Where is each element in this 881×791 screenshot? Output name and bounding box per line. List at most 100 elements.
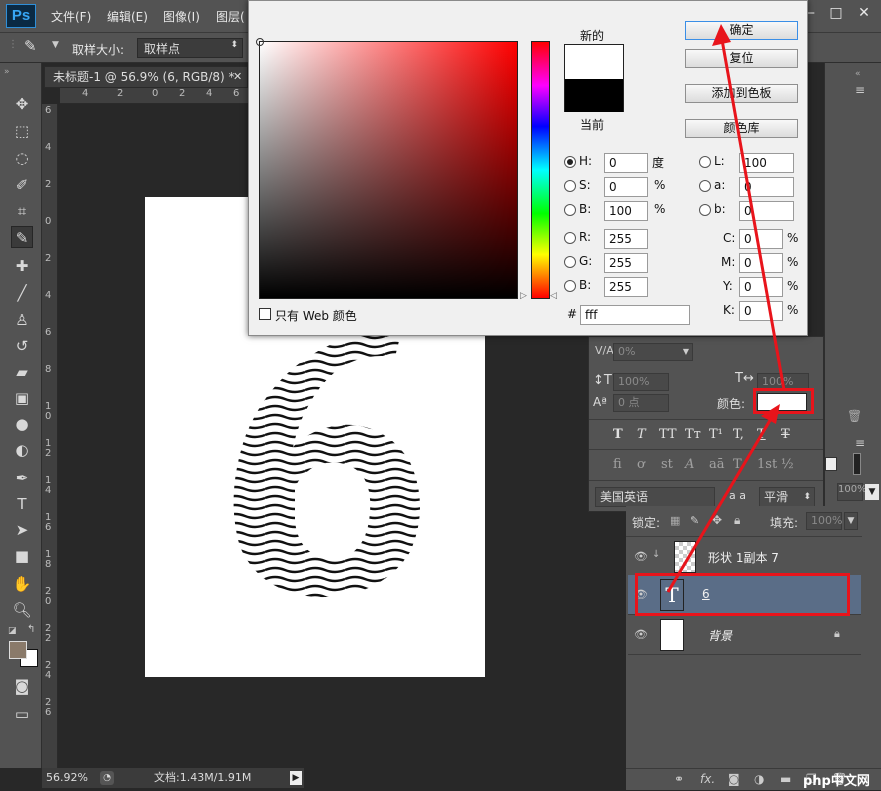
history-brush-tool-icon[interactable]: ↺ — [11, 335, 33, 357]
gradient-tool-icon[interactable]: ▣ — [11, 387, 33, 409]
dodge-tool-icon[interactable]: ◐ — [11, 439, 33, 461]
collapse-icon[interactable]: » — [4, 67, 10, 77]
ligature-button[interactable]: fi — [613, 457, 622, 472]
underline-button[interactable]: T — [757, 427, 766, 442]
zoom-tool-icon[interactable]: 🔍︎ — [11, 599, 33, 621]
old-style-button[interactable]: ơ — [637, 457, 645, 472]
add-to-swatches-button[interactable]: 添加到色板 — [685, 84, 798, 103]
red-input[interactable]: 255 — [604, 229, 648, 249]
foreground-color-swatch[interactable] — [9, 641, 27, 659]
crop-tool-icon[interactable]: ⌗ — [11, 200, 33, 222]
swap-colors-icon[interactable]: ↰ — [27, 624, 35, 635]
slider-handle[interactable] — [853, 453, 861, 475]
eraser-tool-icon[interactable]: ▰ — [11, 361, 33, 383]
lock-all-icon[interactable]: 🔒︎ — [734, 513, 740, 528]
faux-bold-button[interactable]: T — [613, 427, 623, 442]
share-icon[interactable]: ◔ — [100, 771, 114, 785]
titling-button[interactable]: aā — [709, 457, 725, 472]
current-color-swatch[interactable] — [565, 79, 623, 112]
lab-b-radio[interactable] — [699, 204, 711, 216]
brightness-radio[interactable] — [564, 204, 576, 216]
type-tool-icon[interactable]: T — [11, 493, 33, 515]
superscript-button[interactable]: T¹ — [709, 427, 723, 442]
hue-arrow-left-icon[interactable]: ▷ — [520, 291, 527, 301]
blue-radio[interactable] — [564, 280, 576, 292]
green-radio[interactable] — [564, 256, 576, 268]
screen-mode-icon[interactable]: ▭ — [11, 703, 33, 725]
maximize-button[interactable]: □ — [822, 2, 850, 24]
hex-input[interactable]: fff — [580, 305, 690, 325]
lock-transparent-icon[interactable]: ▦ — [670, 514, 680, 527]
magenta-input[interactable]: 0 — [739, 253, 783, 273]
chevron-down-icon[interactable]: ▼ — [52, 40, 59, 50]
quick-select-tool-icon[interactable]: ✐ — [11, 174, 33, 196]
layers-panel-menu-icon[interactable]: ≡ — [855, 436, 865, 450]
pen-tool-icon[interactable]: ✒ — [11, 467, 33, 489]
chevron-down-icon[interactable]: ▼ — [844, 512, 858, 530]
path-selection-tool-icon[interactable]: ➤ — [11, 519, 33, 541]
menu-file[interactable]: 文件(F) — [51, 8, 91, 25]
saturation-brightness-field[interactable] — [256, 38, 518, 299]
stylistic-alternates-button[interactable]: st — [661, 457, 673, 472]
hue-input[interactable]: 0 — [604, 153, 648, 173]
cyan-input[interactable]: 0 — [739, 229, 783, 249]
contextual-button[interactable]: T — [733, 457, 742, 472]
mask-icon[interactable]: ◙ — [728, 772, 740, 786]
antialias-select[interactable]: 平滑 ⬍ — [759, 487, 815, 507]
status-menu-arrow-icon[interactable]: ▶ — [290, 771, 302, 785]
layer-name[interactable]: 形状 1副本 7 — [708, 549, 779, 566]
move-tool-icon[interactable]: ✥ — [11, 93, 33, 115]
tracking-input[interactable]: 0% ▼ — [613, 343, 693, 361]
yellow-input[interactable]: 0 — [739, 277, 783, 297]
color-cursor[interactable] — [256, 38, 264, 46]
marquee-tool-icon[interactable]: ⬚ — [11, 120, 33, 142]
color-libraries-button[interactable]: 颜色库 — [685, 119, 798, 138]
lab-a-input[interactable]: 0 — [739, 177, 794, 197]
ordinals-button[interactable]: 1st — [757, 457, 777, 472]
trash-icon[interactable]: 🗑︎ — [847, 409, 862, 423]
brush-tool-icon[interactable]: ╱ — [11, 282, 33, 304]
saturation-input[interactable]: 0 — [604, 177, 648, 197]
hand-tool-icon[interactable]: ✋ — [11, 573, 33, 595]
black-input[interactable]: 0 — [739, 301, 783, 321]
clone-stamp-tool-icon[interactable]: ♙ — [11, 309, 33, 331]
document-tab[interactable]: 未标题-1 @ 56.9% (6, RGB/8) * ✕ — [44, 66, 248, 88]
all-caps-button[interactable]: TT — [659, 427, 677, 442]
saturation-radio[interactable] — [564, 180, 576, 192]
lab-l-input[interactable]: 100 — [739, 153, 794, 173]
menu-layer[interactable]: 图层( — [216, 8, 245, 25]
rectangle-tool-icon[interactable]: ■ — [11, 545, 33, 567]
fx-icon[interactable]: fx. — [700, 772, 715, 786]
lab-a-radio[interactable] — [699, 180, 711, 192]
panel-collapse-icon[interactable]: « — [855, 69, 861, 79]
menu-edit[interactable]: 编辑(E) — [107, 8, 148, 25]
link-icon[interactable]: ⚭ — [674, 772, 684, 786]
green-input[interactable]: 255 — [604, 253, 648, 273]
lasso-tool-icon[interactable]: ◌ — [11, 147, 33, 169]
default-colors-icon[interactable]: ◪ — [8, 626, 17, 636]
sample-size-select[interactable]: 取样点 ⬍ — [137, 38, 243, 58]
swash-button[interactable]: A — [685, 457, 694, 472]
lab-l-radio[interactable] — [699, 156, 711, 168]
web-colors-checkbox[interactable] — [259, 308, 271, 320]
brightness-input[interactable]: 100 — [604, 201, 648, 221]
subscript-button[interactable]: T, — [733, 427, 744, 442]
hue-radio[interactable] — [564, 156, 576, 168]
panel-swatch[interactable] — [825, 457, 837, 471]
vertical-scale-input[interactable]: 100% — [613, 373, 669, 391]
menu-image[interactable]: 图像(I) — [163, 8, 200, 25]
healing-brush-tool-icon[interactable]: ✚ — [11, 255, 33, 277]
ok-button[interactable]: 确定 — [685, 21, 798, 40]
zoom-level[interactable]: 56.92% — [46, 768, 88, 788]
layer-name[interactable]: 背景 — [708, 627, 732, 644]
small-caps-button[interactable]: Tт — [685, 427, 701, 442]
hue-arrow-right-icon[interactable]: ◁ — [550, 291, 557, 301]
eyedropper-tool-icon[interactable]: ✎ — [11, 226, 33, 248]
eye-icon[interactable]: 👁︎ — [634, 550, 648, 563]
folder-icon[interactable]: ▬ — [780, 772, 791, 786]
baseline-shift-input[interactable]: 0 点 — [613, 394, 669, 412]
faux-italic-button[interactable]: T — [637, 427, 646, 442]
fractions-button[interactable]: ½ — [781, 457, 794, 472]
close-tab-icon[interactable]: ✕ — [233, 67, 242, 87]
close-window-button[interactable]: ✕ — [850, 2, 878, 24]
